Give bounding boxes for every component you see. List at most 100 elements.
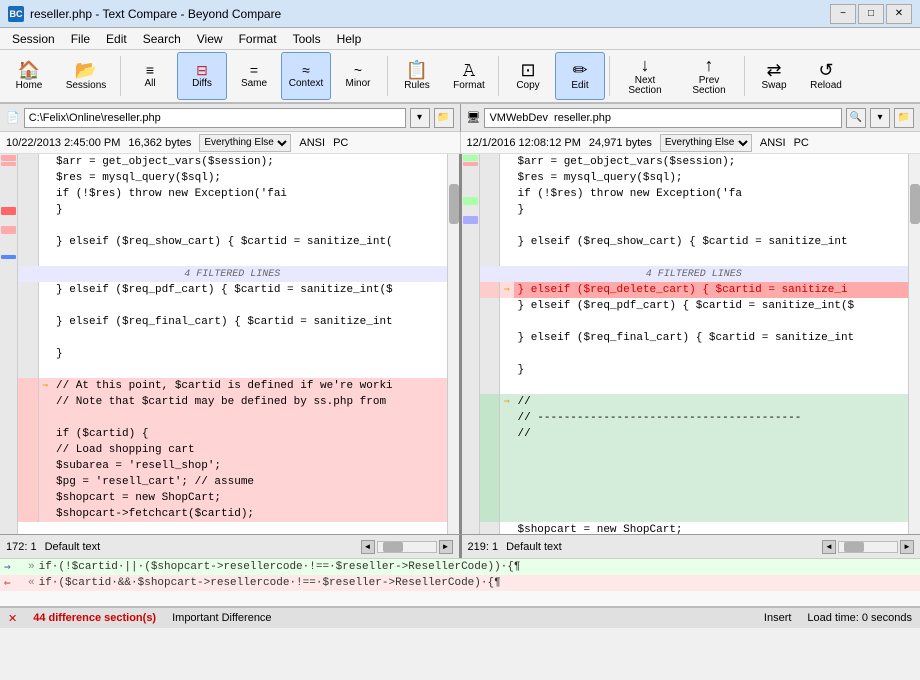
table-row: $shopcart->fetchcart($cartid); xyxy=(18,506,447,522)
right-file-bar: 🖥 🔍 ▾ 📁 xyxy=(461,104,920,132)
right-browse-button-2[interactable]: 📁 xyxy=(894,108,914,128)
left-scroll-right[interactable]: ► xyxy=(439,540,453,554)
menu-view[interactable]: View xyxy=(189,30,231,48)
right-hscroll[interactable]: ◄ ► xyxy=(822,540,914,554)
right-scroll-right[interactable]: ► xyxy=(900,540,914,554)
table-row: // xyxy=(480,426,909,442)
prev-section-icon: ↑ xyxy=(705,56,714,74)
home-button[interactable]: 🏠 Home xyxy=(4,52,54,100)
right-path-input[interactable] xyxy=(484,108,842,128)
table-row: // Load shopping cart xyxy=(18,442,447,458)
all-button[interactable]: ≡ All xyxy=(125,52,175,100)
copy-button[interactable]: ⊡ Copy xyxy=(503,52,553,100)
menu-file[interactable]: File xyxy=(63,30,98,48)
left-scrollbar[interactable] xyxy=(447,154,459,534)
left-path-icon: 📄 xyxy=(6,111,20,124)
position-bars: 172: 1 Default text ◄ ► 219: 1 Default t… xyxy=(0,534,920,558)
minor-icon: ~ xyxy=(354,63,362,77)
right-position: 219: 1 xyxy=(468,541,499,553)
right-filter-select[interactable]: Everything Else xyxy=(660,134,752,152)
copy-label: Copy xyxy=(516,81,539,91)
home-icon: 🏠 xyxy=(18,61,40,79)
sessions-button[interactable]: 📂 Sessions xyxy=(56,52,116,100)
maximize-button[interactable]: □ xyxy=(858,4,884,24)
diffs-label: Diffs xyxy=(192,79,212,89)
edit-icon: ✏ xyxy=(572,61,587,79)
same-button[interactable]: = Same xyxy=(229,52,279,100)
menu-tools[interactable]: Tools xyxy=(285,30,329,48)
left-scroll-map xyxy=(0,154,18,534)
table-row: } elseif ($req_show_cart) { $cartid = sa… xyxy=(480,234,909,250)
right-search-button[interactable]: 🔍 xyxy=(846,108,866,128)
table-row xyxy=(480,506,909,522)
table-row: // -------------------------------------… xyxy=(480,410,909,426)
table-row: if ($cartid) { xyxy=(18,426,447,442)
same-label: Same xyxy=(241,79,267,89)
right-code-content[interactable]: $arr = get_object_vars($session); $res =… xyxy=(480,154,909,534)
all-label: All xyxy=(144,79,155,89)
format-button[interactable]: 𝙰 Format xyxy=(444,52,494,100)
copy-icon: ⊡ xyxy=(520,61,535,79)
menu-help[interactable]: Help xyxy=(329,30,370,48)
next-section-button[interactable]: ↓ Next Section xyxy=(614,52,676,100)
right-encoding: ANSI xyxy=(760,137,786,149)
left-position: 172: 1 xyxy=(6,541,37,553)
right-info-bar: 12/1/2016 12:08:12 PM 24,971 bytes Every… xyxy=(461,132,920,154)
table-row xyxy=(18,250,447,266)
edit-label: Edit xyxy=(571,81,588,91)
next-section-icon: ↓ xyxy=(641,56,650,74)
format-icon: 𝙰 xyxy=(463,61,476,79)
table-row: } xyxy=(18,202,447,218)
left-filter-select[interactable]: Everything Else xyxy=(199,134,291,152)
left-browse-button-2[interactable]: 📁 xyxy=(434,108,454,128)
load-time: Load time: 0 seconds xyxy=(807,612,912,624)
table-row xyxy=(18,298,447,314)
context-button[interactable]: ≈ Context xyxy=(281,52,331,100)
left-browse-button[interactable]: ▾ xyxy=(410,108,430,128)
right-browse-button[interactable]: ▾ xyxy=(870,108,890,128)
table-row: } elseif ($req_final_cart) { $cartid = s… xyxy=(480,330,909,346)
edit-button[interactable]: ✏ Edit xyxy=(555,52,605,100)
context-icon: ≈ xyxy=(302,63,310,77)
file-bars: 📄 ▾ 📁 🖥 🔍 ▾ 📁 xyxy=(0,104,920,132)
rules-icon: 📋 xyxy=(406,61,428,79)
menu-edit[interactable]: Edit xyxy=(98,30,135,48)
menu-search[interactable]: Search xyxy=(135,30,189,48)
minor-button[interactable]: ~ Minor xyxy=(333,52,383,100)
minimize-button[interactable]: − xyxy=(830,4,856,24)
statusbar: ✕ 44 difference section(s) Important Dif… xyxy=(0,606,920,628)
menu-session[interactable]: Session xyxy=(4,30,63,48)
diff-error-icon: ✕ xyxy=(8,612,17,625)
table-row xyxy=(480,442,909,458)
table-row: } xyxy=(480,362,909,378)
separator-3 xyxy=(498,56,499,96)
reload-button[interactable]: ↺ Reload xyxy=(801,52,851,100)
table-row: $shopcart = new ShopCart; xyxy=(480,522,909,534)
table-row: } xyxy=(18,346,447,362)
right-scroll-left[interactable]: ◄ xyxy=(822,540,836,554)
table-row: ⇒ } elseif ($req_delete_cart) { $cartid … xyxy=(480,282,909,298)
close-button[interactable]: ✕ xyxy=(886,4,912,24)
right-scrollbar[interactable] xyxy=(908,154,920,534)
table-row xyxy=(480,314,909,330)
menu-format[interactable]: Format xyxy=(231,30,285,48)
right-size: 24,971 bytes xyxy=(589,137,652,149)
swap-label: Swap xyxy=(761,81,786,91)
prev-section-button[interactable]: ↑ Prev Section xyxy=(678,52,740,100)
rules-button[interactable]: 📋 Rules xyxy=(392,52,442,100)
swap-button[interactable]: ⇄ Swap xyxy=(749,52,799,100)
table-row: } elseif ($req_pdf_cart) { $cartid = san… xyxy=(480,298,909,314)
rules-label: Rules xyxy=(404,81,430,91)
home-label: Home xyxy=(16,81,43,91)
left-path-input[interactable] xyxy=(24,108,406,128)
diffs-button[interactable]: ⊟ Diffs xyxy=(177,52,227,100)
left-scroll-left[interactable]: ◄ xyxy=(361,540,375,554)
toolbar: 🏠 Home 📂 Sessions ≡ All ⊟ Diffs = Same ≈… xyxy=(0,50,920,104)
diffs-icon: ⊟ xyxy=(196,63,208,77)
edit-mode: Insert xyxy=(764,612,792,624)
left-code-content[interactable]: $arr = get_object_vars($session); $res =… xyxy=(18,154,447,534)
format-label: Format xyxy=(453,81,485,91)
right-computer-icon: 🖥 xyxy=(467,111,481,124)
left-hscroll[interactable]: ◄ ► xyxy=(361,540,453,554)
left-filtered-separator: 4 FILTERED LINES xyxy=(18,266,447,282)
